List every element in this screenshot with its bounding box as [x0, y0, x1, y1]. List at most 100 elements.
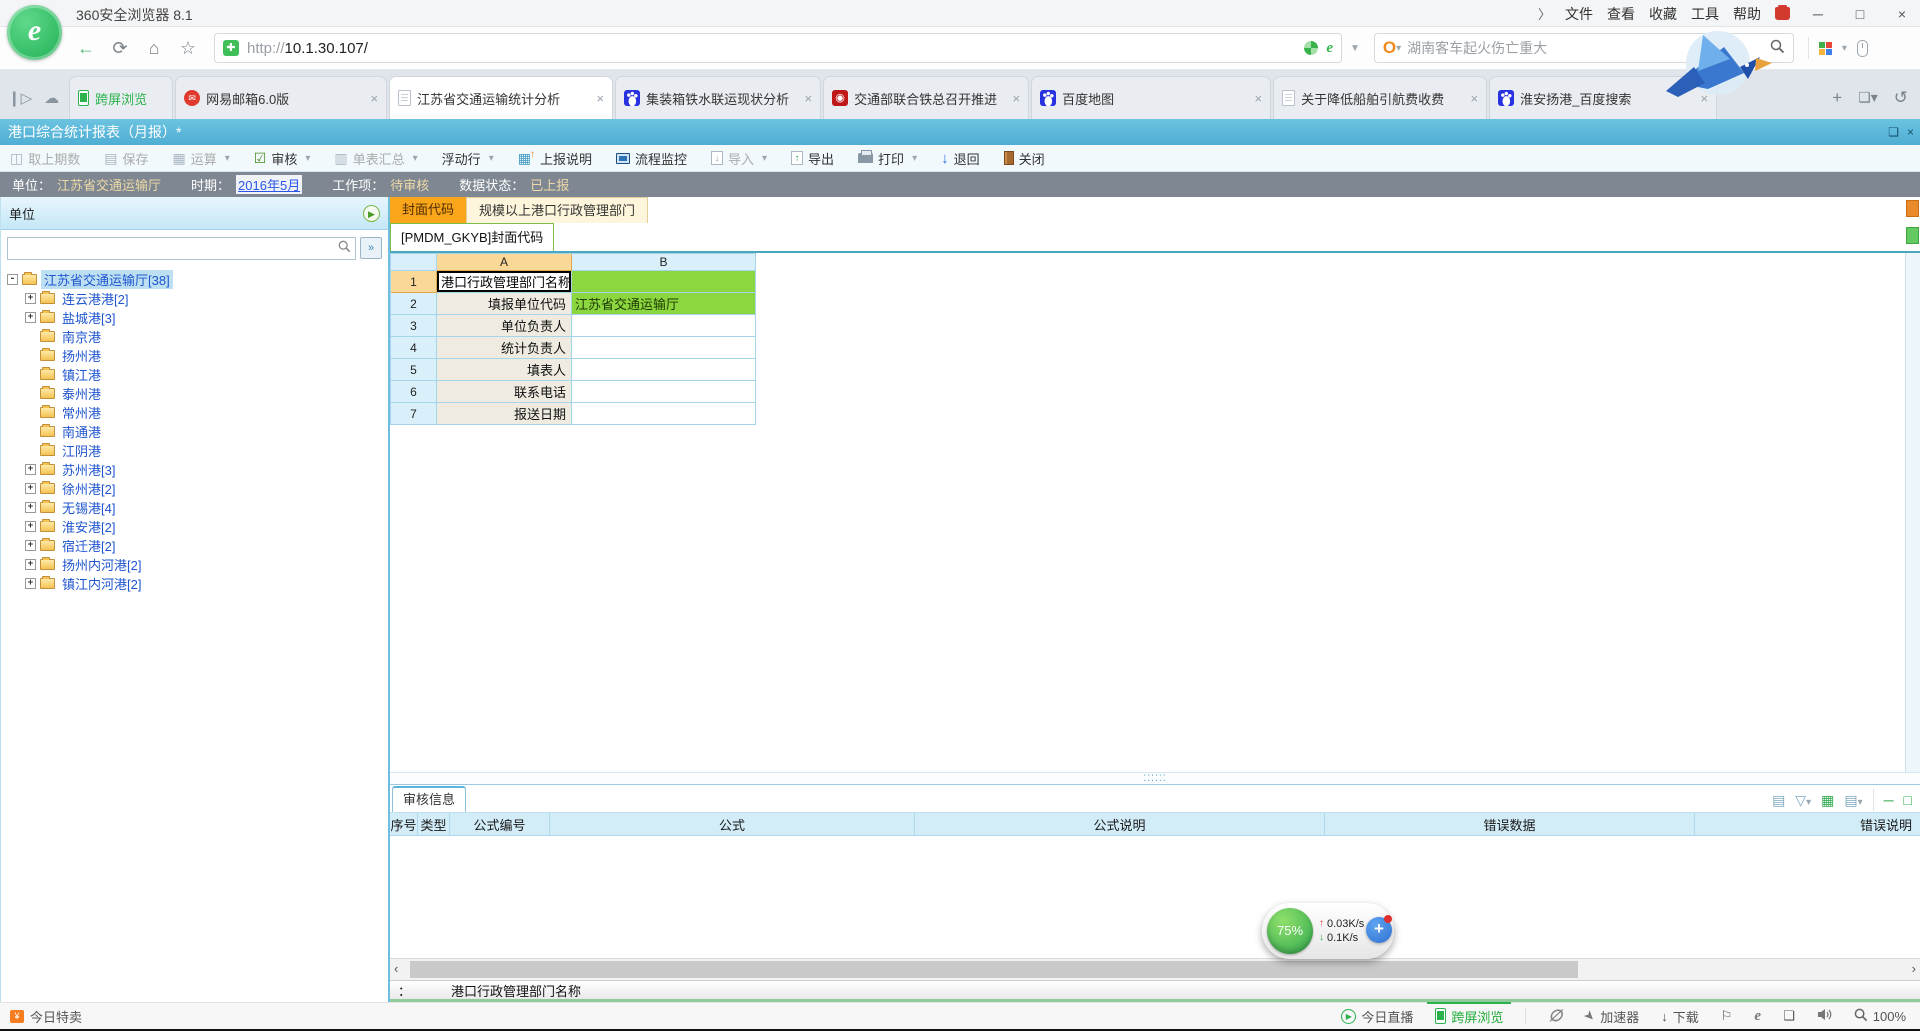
tree-item[interactable]: 江阴港 [7, 441, 388, 460]
panel-maximize-icon[interactable]: □ [1904, 792, 1912, 808]
tree-item-root[interactable]: - 江苏省交通运输厅[38] [7, 270, 388, 289]
menu-expander-icon[interactable]: 〉 [1538, 4, 1551, 23]
cell-b2[interactable]: 江苏省交通运输厅 [572, 293, 756, 315]
cell-b6[interactable] [572, 381, 756, 403]
sidebar-more-button[interactable]: » [360, 237, 382, 259]
export-table-icon[interactable]: ▤ [1772, 792, 1785, 809]
close-button[interactable]: × [1888, 6, 1916, 22]
row-header[interactable]: 3 [391, 315, 437, 337]
daily-deal-label[interactable]: 今日特卖 [30, 1007, 82, 1026]
cell-b3[interactable] [572, 315, 756, 337]
tree-expand-icon[interactable]: + [25, 502, 36, 513]
tab-close-icon[interactable]: × [1471, 91, 1479, 106]
speaker-icon[interactable] [1817, 1008, 1832, 1024]
scrollbar-thumb[interactable] [410, 961, 1578, 978]
cell-a5[interactable]: 填表人 [437, 359, 572, 381]
apps-grid-icon[interactable] [1819, 42, 1832, 55]
row-header[interactable]: 5 [391, 359, 437, 381]
minimize-button[interactable]: ─ [1804, 6, 1832, 22]
tab-port-admin[interactable]: 规模以上港口行政管理部门 [466, 197, 648, 223]
favorite-star-icon[interactable]: ☆ [174, 38, 202, 59]
tree-collapse-icon[interactable]: - [7, 274, 18, 285]
audit-button[interactable]: ☑ 审核 ▾ [254, 149, 311, 168]
menu-help[interactable]: 帮助 [1733, 4, 1761, 24]
col-formula-desc[interactable]: 公式说明 [915, 813, 1325, 835]
search-magnifier-icon[interactable] [1770, 39, 1785, 57]
search-engine-dropdown-icon[interactable]: ▾ [1396, 43, 1401, 54]
tree-item[interactable]: + 苏州港[3] [7, 460, 388, 479]
tab-scroll-button[interactable] [1906, 200, 1919, 217]
print-button[interactable]: 打印 ▾ [858, 149, 917, 168]
chevron-down-icon[interactable]: ▾ [762, 153, 767, 164]
mouse-gesture-icon[interactable] [1857, 40, 1868, 57]
import-button[interactable]: ↓ 导入 ▾ [711, 149, 767, 168]
tree-expand-icon[interactable]: + [25, 521, 36, 532]
site-safety-shield-icon[interactable]: ✚ [223, 40, 239, 56]
menu-favorites[interactable]: 收藏 [1649, 4, 1677, 24]
tree-item[interactable]: 扬州港 [7, 346, 388, 365]
fetch-previous-button[interactable]: ◫ 取上期数 [10, 149, 80, 168]
preview-icon[interactable]: ▤▾ [1844, 792, 1862, 809]
browser-tab-pilotage-fee[interactable]: 关于降低船舶引航费收费 × [1273, 76, 1487, 119]
close-report-button[interactable]: 关闭 [1004, 149, 1045, 168]
search-engine-logo[interactable]: O [1383, 38, 1396, 58]
speed-percent-ball[interactable]: 75% [1267, 908, 1313, 954]
chevron-down-icon[interactable]: ▾ [912, 153, 917, 164]
chevron-down-icon[interactable]: ▾ [305, 153, 310, 164]
period-link[interactable]: 2016年5月 [236, 175, 302, 194]
tab-close-icon[interactable]: × [805, 91, 813, 106]
tree-expand-icon[interactable]: + [25, 312, 36, 323]
browser-tab-moc-news[interactable]: ◉ 交通部联合铁总召开推进 × [823, 76, 1029, 119]
col-type[interactable]: 类型 [418, 813, 450, 835]
save-button[interactable]: ▤ 保存 [104, 149, 148, 168]
corner-header[interactable] [391, 254, 437, 271]
return-button[interactable]: ↓ 退回 [941, 149, 980, 168]
address-bar[interactable]: ✚ http:// 10.1.30.107/ e [214, 33, 1342, 63]
cell-a7[interactable]: 报送日期 [437, 403, 572, 425]
col-seq[interactable]: 序号 [390, 813, 418, 835]
cell-a1-selected[interactable]: 港口行政管理部门名称 [437, 271, 572, 293]
col-formula[interactable]: 公式 [550, 813, 915, 835]
tree-item[interactable]: + 扬州内河港[2] [7, 555, 388, 574]
tree-expand-icon[interactable]: + [25, 540, 36, 551]
process-monitor-button[interactable]: 流程监控 [616, 149, 687, 168]
accelerator-button[interactable]: ➤ 加速器 [1584, 1003, 1639, 1029]
cell-a2[interactable]: 填报单位代码 [437, 293, 572, 315]
browser-tab-jiangsu-stats[interactable]: 江苏省交通运输统计分析 × [389, 76, 613, 119]
excel-icon[interactable]: ▦ [1821, 792, 1834, 809]
tree-expand-icon[interactable]: + [25, 293, 36, 304]
tree-expand-icon[interactable]: + [25, 483, 36, 494]
tab-cover-code[interactable]: 封面代码 [390, 197, 466, 223]
row-header[interactable]: 6 [391, 381, 437, 403]
skin-theme-icon[interactable] [1775, 7, 1790, 20]
browser-tab-baidu-search[interactable]: 淮安扬港_百度搜索 × [1489, 76, 1717, 119]
cell-a4[interactable]: 统计负责人 [437, 337, 572, 359]
browser-tab-netease-mail[interactable]: ✉ 网易邮箱6.0版 × [175, 76, 387, 119]
tree-item[interactable]: 镇江港 [7, 365, 388, 384]
tree-item[interactable]: 常州港 [7, 403, 388, 422]
chevron-down-icon[interactable]: ▾ [225, 153, 230, 164]
report-notes-button[interactable]: ▦↑ 上报说明 [518, 149, 592, 168]
row-header[interactable]: 7 [391, 403, 437, 425]
tab-close-icon[interactable]: × [597, 91, 605, 106]
scroll-left-icon[interactable]: ‹ [394, 961, 398, 976]
col-header-a[interactable]: A [437, 254, 572, 271]
live-today-button[interactable]: ▶ 今日直播 [1341, 1003, 1413, 1029]
tree-expand-icon[interactable]: + [25, 559, 36, 570]
download-manager-button[interactable]: ↓ 下载 [1661, 1003, 1699, 1029]
tree-item[interactable]: + 淮安港[2] [7, 517, 388, 536]
browser-360-logo-icon[interactable]: e [7, 5, 62, 60]
cell-b7[interactable] [572, 403, 756, 425]
chevron-down-icon[interactable]: ▾ [413, 153, 418, 164]
cross-screen-button[interactable]: 跨屏浏览 [1435, 1003, 1503, 1029]
zoom-control[interactable]: 100% [1854, 1003, 1906, 1029]
tab-close-icon[interactable]: × [1255, 91, 1263, 106]
search-box[interactable]: O ▾ 湖南客车起火伤亡重大 [1374, 33, 1794, 63]
col-error-data[interactable]: 错误数据 [1325, 813, 1695, 835]
col-error-desc[interactable]: 错误说明 [1695, 813, 1920, 835]
network-speed-widget[interactable]: 75% ↑0.03K/s ↓0.1K/s + [1262, 903, 1394, 959]
scroll-right-icon[interactable]: › [1912, 961, 1916, 976]
menu-file[interactable]: 文件 [1565, 4, 1593, 24]
flag-icon[interactable]: ⚐ [1721, 1008, 1733, 1024]
row-header[interactable]: 1 [391, 271, 437, 293]
